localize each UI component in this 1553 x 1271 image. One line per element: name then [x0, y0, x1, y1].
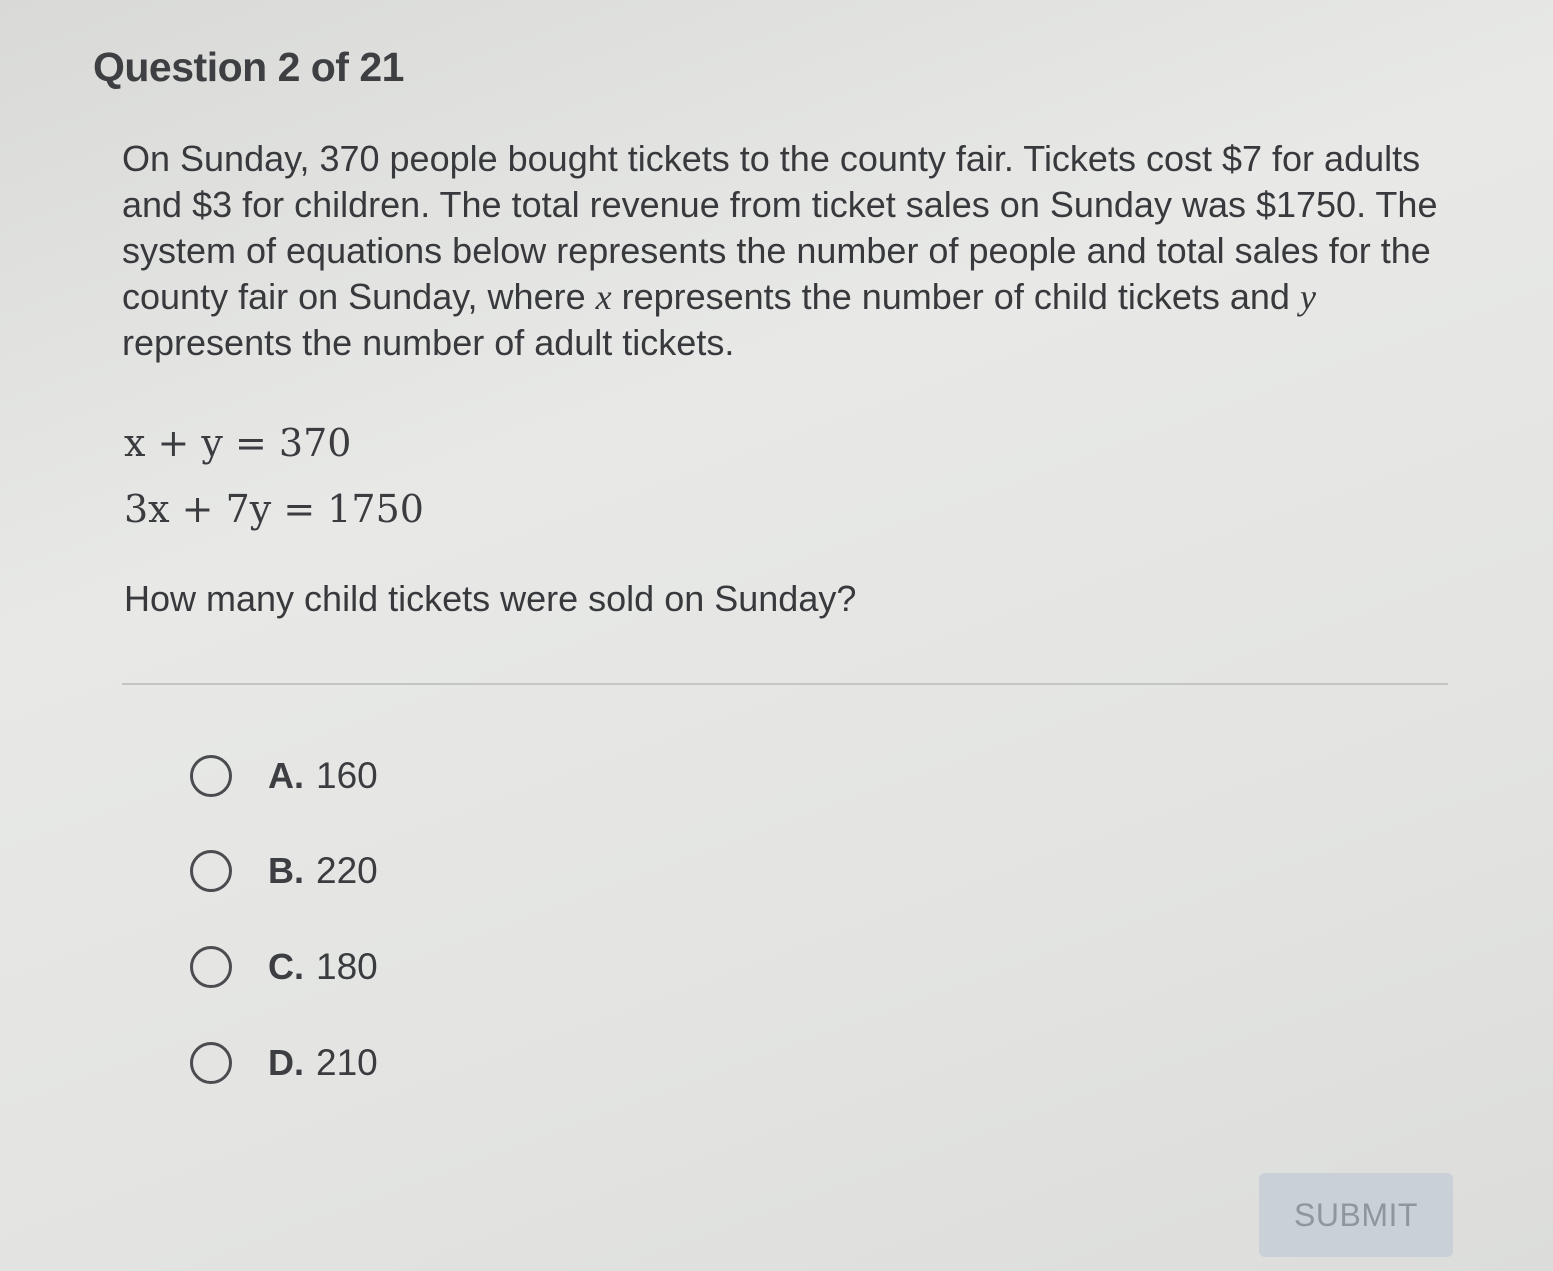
prompt-text-2: represents the number of child tickets a…	[611, 276, 1300, 317]
equation-2: 3x + 7y = 1750	[124, 487, 424, 531]
equation-system: x + y = 370 3x + 7y = 1750	[124, 410, 424, 542]
choice-letter: B.	[268, 850, 304, 891]
submit-button[interactable]: SUBMIT	[1259, 1173, 1453, 1257]
quiz-page: Question 2 of 21 On Sunday, 370 people b…	[0, 0, 1553, 1271]
choice-value: 160	[316, 755, 378, 796]
variable-x: x	[595, 277, 612, 317]
sub-question: How many child tickets were sold on Sund…	[124, 578, 857, 619]
radio-circle-icon[interactable]	[190, 1042, 232, 1084]
question-prompt: On Sunday, 370 people bought tickets to …	[122, 136, 1452, 366]
equation-1: x + y = 370	[124, 421, 352, 465]
choice-d[interactable]: D. 210	[190, 1038, 378, 1088]
choice-b[interactable]: B. 220	[190, 846, 378, 896]
choice-letter: D.	[268, 1042, 304, 1083]
choice-value: 210	[316, 1042, 378, 1083]
prompt-text-3: represents the number of adult tickets.	[122, 322, 735, 363]
question-counter: Question 2 of 21	[93, 44, 404, 90]
radio-circle-icon[interactable]	[190, 946, 232, 988]
choice-c[interactable]: C. 180	[190, 942, 378, 992]
divider	[122, 683, 1448, 685]
choice-value: 180	[316, 946, 378, 987]
choice-letter: A.	[268, 755, 304, 796]
radio-circle-icon[interactable]	[190, 755, 232, 797]
variable-y: y	[1299, 277, 1316, 317]
radio-circle-icon[interactable]	[190, 850, 232, 892]
choice-a[interactable]: A. 160	[190, 751, 378, 801]
choice-letter: C.	[268, 946, 304, 987]
choice-value: 220	[316, 850, 378, 891]
